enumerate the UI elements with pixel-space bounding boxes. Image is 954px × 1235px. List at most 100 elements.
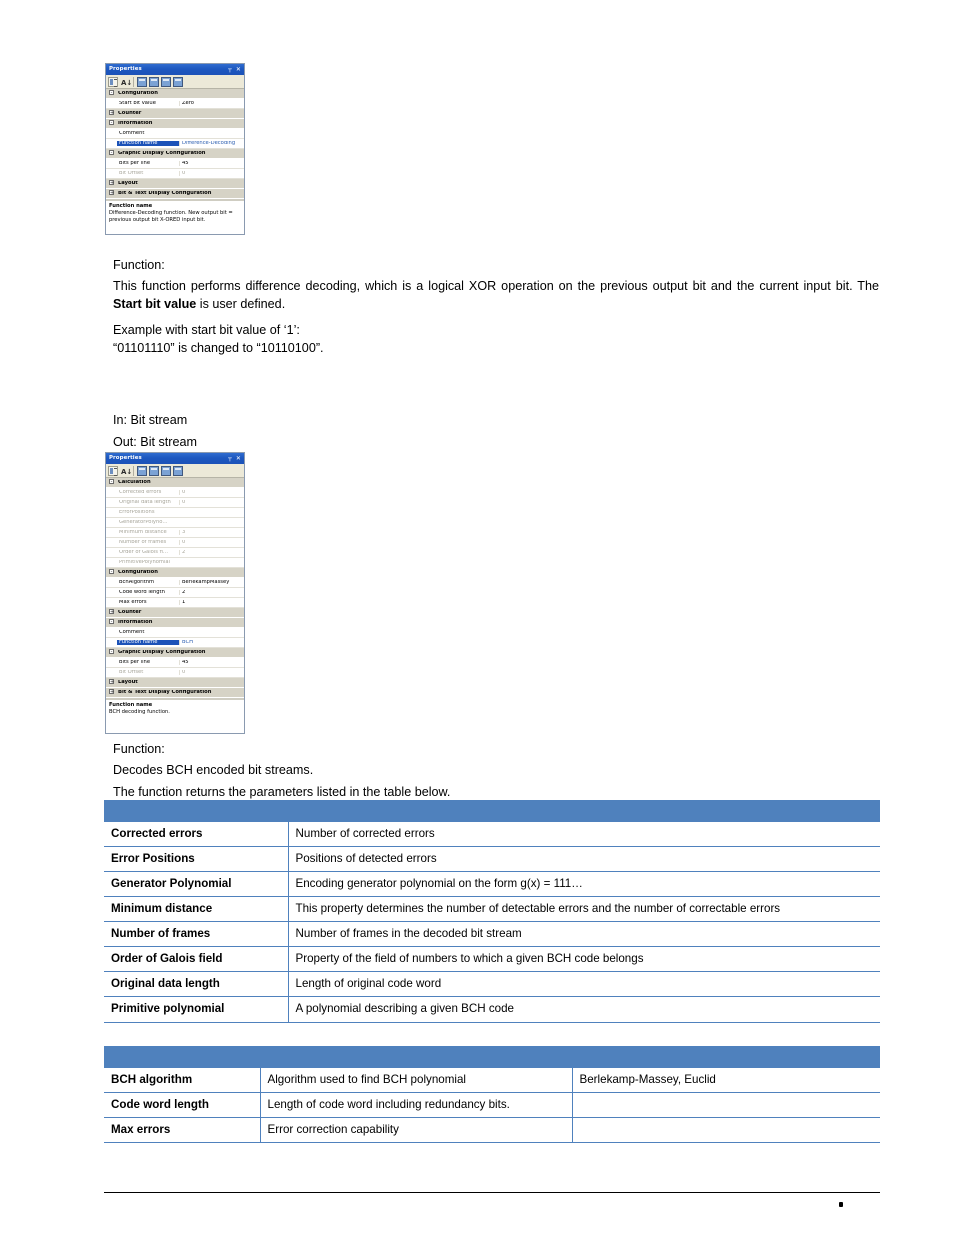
property-value[interactable]: BCH: [179, 639, 244, 646]
expand-icon[interactable]: +: [106, 190, 117, 196]
property-name[interactable]: ErrorPositions: [117, 510, 179, 515]
categorized-view-icon[interactable]: [108, 76, 118, 87]
property-value[interactable]: 0: [179, 669, 244, 676]
property-pages-icon[interactable]: [149, 76, 159, 87]
property-name[interactable]: GeneratorPolyno…: [117, 520, 179, 525]
property-row[interactable]: Number of frames 0: [106, 538, 244, 548]
property-name[interactable]: Comment: [117, 630, 179, 635]
property-row[interactable]: Minimum distance 3: [106, 528, 244, 538]
property-row[interactable]: BchAlgorithm BerlekampMassey: [106, 578, 244, 588]
property-value[interactable]: 1: [179, 599, 244, 606]
property-grid[interactable]: - Calculation Corrected errors 0 Original da…: [106, 478, 244, 698]
property-name[interactable]: Start bit value: [117, 101, 179, 106]
property-row[interactable]: Start bit value Zero: [106, 99, 244, 109]
expand-icon[interactable]: +: [106, 110, 117, 116]
property-row[interactable]: GeneratorPolyno…: [106, 518, 244, 528]
pin-icon[interactable]: ┬: [228, 66, 232, 73]
expand-icon[interactable]: +: [106, 679, 117, 685]
property-category-row[interactable]: + Layout: [106, 179, 244, 189]
property-name[interactable]: Function name: [117, 140, 179, 147]
property-pages-icon[interactable]: [137, 465, 147, 476]
property-name[interactable]: BchAlgorithm: [117, 580, 179, 585]
property-name[interactable]: Bit Offset: [117, 670, 179, 675]
property-value[interactable]: 0: [179, 499, 244, 506]
property-category-row[interactable]: - Graphic Display Configuration: [106, 648, 244, 658]
property-value[interactable]: 3: [179, 529, 244, 536]
property-name[interactable]: PrimitivePolynomial: [117, 560, 179, 565]
collapse-icon[interactable]: -: [106, 649, 117, 655]
collapse-icon[interactable]: -: [106, 479, 117, 485]
property-category-row[interactable]: - Configuration: [106, 568, 244, 578]
property-category-row[interactable]: - Configuration: [106, 89, 244, 99]
property-category-row[interactable]: + Counter: [106, 109, 244, 119]
collapse-icon[interactable]: -: [106, 90, 117, 96]
property-value[interactable]: 45: [179, 160, 244, 167]
property-value[interactable]: BerlekampMassey: [179, 579, 244, 586]
property-category-row[interactable]: + Counter: [106, 608, 244, 618]
property-category-row[interactable]: - Calculation: [106, 478, 244, 488]
property-pages-icon[interactable]: [137, 76, 147, 87]
property-name[interactable]: Code word length: [117, 590, 179, 595]
properties-panel-difference-decoding[interactable]: Properties ┬ ✕ A↓ - Configuration Start bi…: [105, 63, 245, 235]
property-name[interactable]: Order of Galois fi…: [117, 550, 179, 555]
property-name[interactable]: Comment: [117, 131, 179, 136]
property-row[interactable]: Bits per line 45: [106, 658, 244, 668]
property-row[interactable]: Comment: [106, 628, 244, 638]
collapse-icon[interactable]: -: [106, 120, 117, 126]
property-name[interactable]: Number of frames: [117, 540, 179, 545]
property-row[interactable]: Code word length 2: [106, 588, 244, 598]
property-row[interactable]: Function name BCH: [106, 638, 244, 648]
collapse-icon[interactable]: -: [106, 569, 117, 575]
property-row[interactable]: PrimitivePolynomial: [106, 558, 244, 568]
property-name[interactable]: Original data length: [117, 500, 179, 505]
property-value[interactable]: 45: [179, 659, 244, 666]
property-value[interactable]: Difference-Decoding: [179, 140, 244, 147]
close-icon[interactable]: ✕: [236, 455, 241, 462]
alphabetical-sort-icon[interactable]: A↓: [120, 466, 132, 476]
property-row[interactable]: Bit Offset 0: [106, 668, 244, 678]
property-row[interactable]: Bits per line 45: [106, 159, 244, 169]
property-name[interactable]: Bits per line: [117, 161, 179, 166]
property-category-row[interactable]: + Bit & Text Display Configuration: [106, 688, 244, 698]
property-pages-icon[interactable]: [173, 76, 183, 87]
property-category-row[interactable]: + Bit & Text Display Configuration: [106, 189, 244, 199]
property-row[interactable]: Order of Galois fi… 2: [106, 548, 244, 558]
property-name[interactable]: Bits per line: [117, 660, 179, 665]
property-row[interactable]: Comment: [106, 129, 244, 139]
expand-icon[interactable]: +: [106, 689, 117, 695]
collapse-icon[interactable]: -: [106, 150, 117, 156]
property-value[interactable]: 2: [179, 589, 244, 596]
categorized-view-icon[interactable]: [108, 465, 118, 476]
property-category-row[interactable]: - Graphic Display Configuration: [106, 149, 244, 159]
property-name[interactable]: Max errors: [117, 600, 179, 605]
property-value[interactable]: Zero: [179, 100, 244, 107]
property-row[interactable]: Function name Difference-Decoding: [106, 139, 244, 149]
property-name[interactable]: Minimum distance: [117, 530, 179, 535]
property-grid[interactable]: - Configuration Start bit value Zero + Counte…: [106, 89, 244, 199]
property-pages-icon[interactable]: [149, 465, 159, 476]
property-name[interactable]: Bit Offset: [117, 171, 179, 176]
property-row[interactable]: Original data length 0: [106, 498, 244, 508]
expand-icon[interactable]: +: [106, 180, 117, 186]
expand-icon[interactable]: +: [106, 609, 117, 615]
property-name[interactable]: Corrected errors: [117, 490, 179, 495]
property-row[interactable]: ErrorPositions: [106, 508, 244, 518]
property-category-row[interactable]: - Information: [106, 618, 244, 628]
property-value[interactable]: 2: [179, 549, 244, 556]
property-pages-icon[interactable]: [161, 76, 171, 87]
property-category-row[interactable]: - Information: [106, 119, 244, 129]
property-row[interactable]: Corrected errors 0: [106, 488, 244, 498]
property-value[interactable]: 0: [179, 489, 244, 496]
close-icon[interactable]: ✕: [236, 66, 241, 73]
alphabetical-sort-icon[interactable]: A↓: [120, 77, 132, 87]
property-row[interactable]: Bit Offset 0: [106, 169, 244, 179]
property-name[interactable]: Function name: [117, 639, 179, 646]
collapse-icon[interactable]: -: [106, 619, 117, 625]
pin-icon[interactable]: ┬: [228, 455, 232, 462]
property-value[interactable]: 0: [179, 170, 244, 177]
properties-panel-bch[interactable]: Properties ┬ ✕ A↓ - Calculation Corrected …: [105, 452, 245, 734]
property-pages-icon[interactable]: [161, 465, 171, 476]
property-pages-icon[interactable]: [173, 465, 183, 476]
property-value[interactable]: 0: [179, 539, 244, 546]
property-category-row[interactable]: + Layout: [106, 678, 244, 688]
